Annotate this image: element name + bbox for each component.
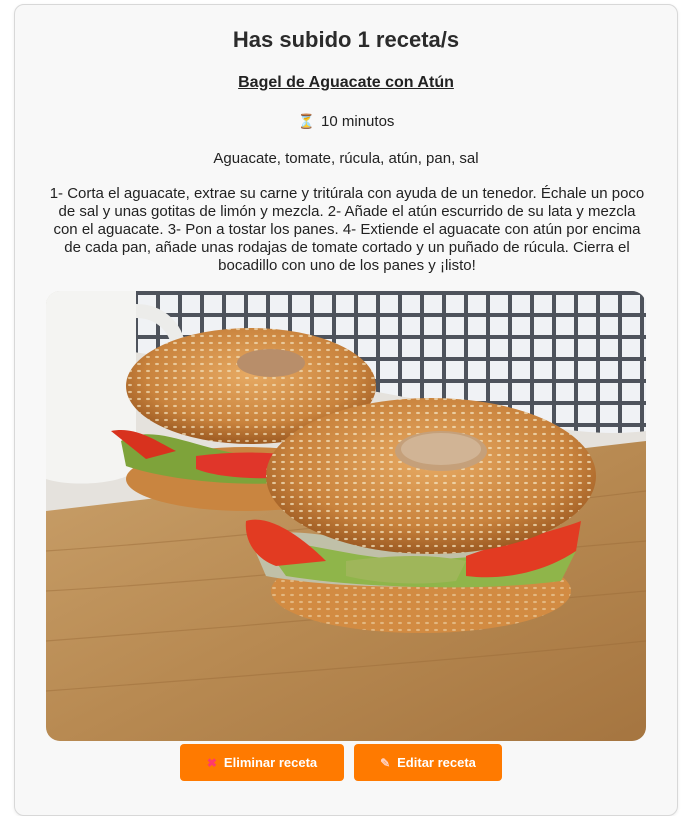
cross-icon: ✖ xyxy=(206,755,217,770)
recipe-photo xyxy=(46,291,646,741)
recipe-time-value: 10 minutos xyxy=(321,113,395,130)
action-buttons: ✖ Eliminar receta ✎ Editar receta xyxy=(15,744,677,782)
recipe-name: Bagel de Aguacate con Atún xyxy=(238,74,454,91)
delete-recipe-label: Eliminar receta xyxy=(223,755,318,770)
hourglass-icon: ⏳ xyxy=(297,113,316,129)
edit-recipe-button[interactable]: ✎ Editar receta xyxy=(354,744,502,781)
recipe-steps: 1- Corta el aguacate, extrae su carne y … xyxy=(49,185,645,274)
recipe-ingredients: Aguacate, tomate, rúcula, atún, pan, sal xyxy=(213,150,479,167)
page-title: Has subido 1 receta/s xyxy=(232,27,460,52)
pencil-icon: ✎ xyxy=(380,755,391,770)
delete-recipe-button[interactable]: ✖ Eliminar receta xyxy=(180,744,344,781)
recipe-card: Has subido 1 receta/s Bagel de Aguacate … xyxy=(14,4,678,816)
recipe-time: ⏳ 10 minutos xyxy=(15,113,677,130)
edit-recipe-label: Editar receta xyxy=(397,755,476,770)
